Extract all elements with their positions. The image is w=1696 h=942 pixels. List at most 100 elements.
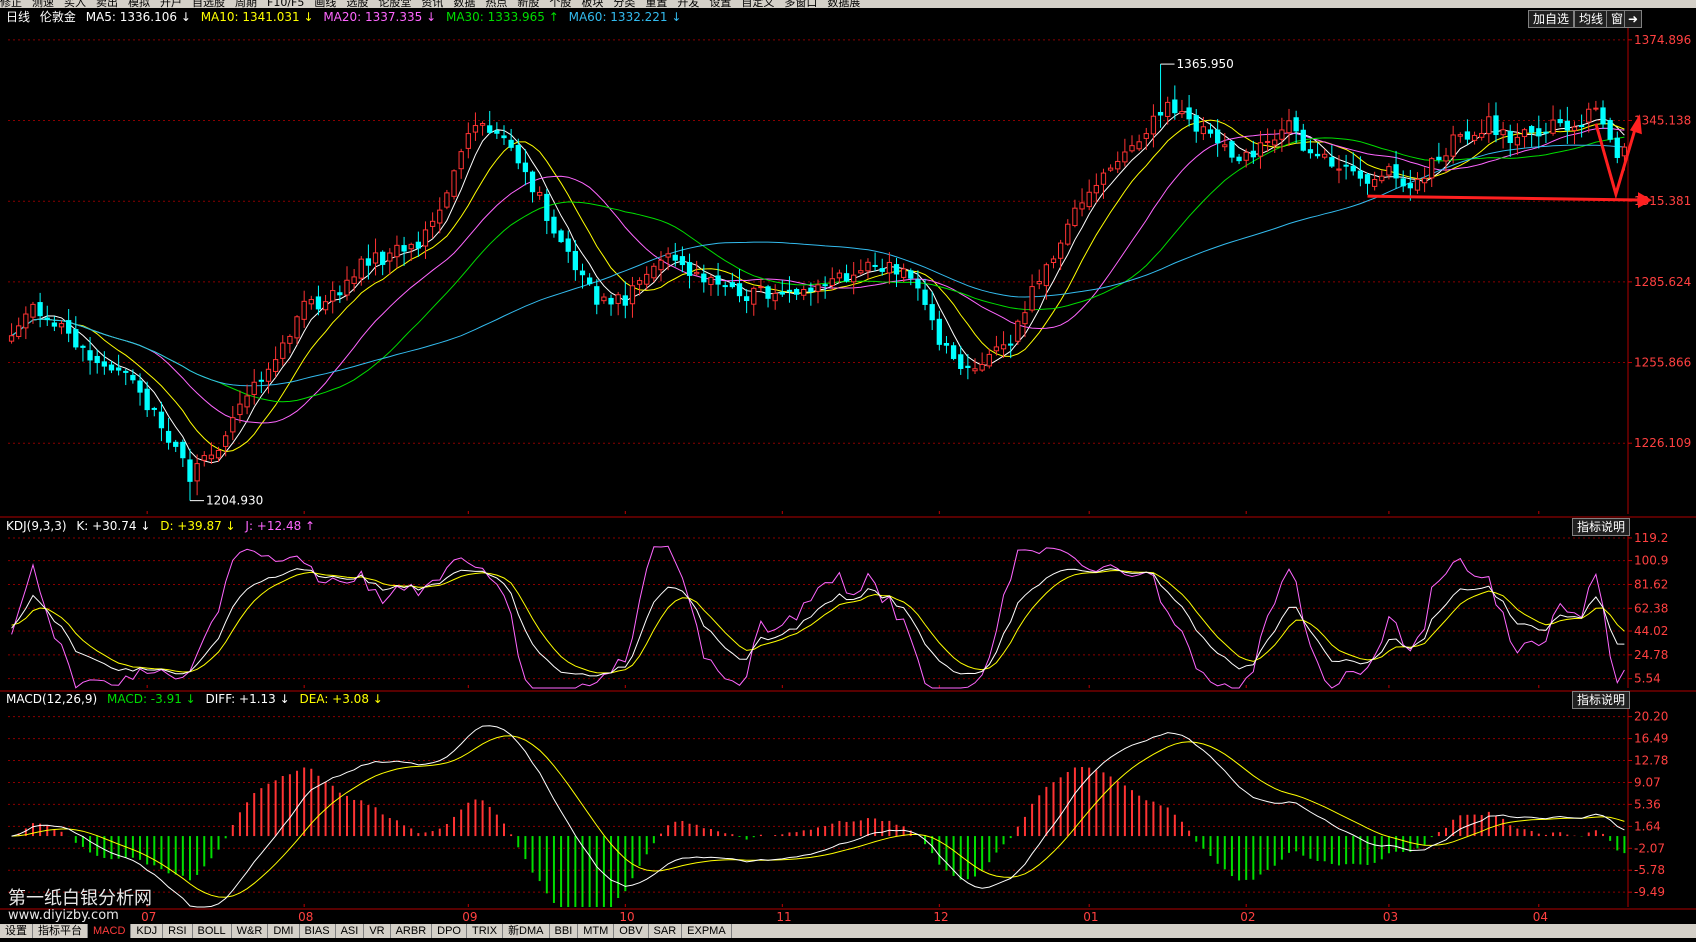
toolbar-item[interactable]: 周期 [235,0,257,8]
toolbar-item[interactable]: 开户 [160,0,182,8]
indicator-tab[interactable]: RSI [163,924,193,938]
exit-arrow-icon[interactable]: ➜ [1624,10,1643,28]
indicator-tabs[interactable]: 设置 指标平台 MACD KDJ RSI BOLL W&R DMI BIAS ASI VR ARBR D… [0,924,1696,938]
candle-body [1100,172,1107,185]
candle-body [1529,126,1535,133]
candle-body [601,296,607,302]
candle-body [1172,99,1178,114]
chart-canvas[interactable]: 1374.8961345.1381315.3811285.6241255.866… [0,0,1696,938]
candle-body [1400,178,1406,187]
toolbar-item[interactable]: 论股堂 [378,0,411,8]
toolbar-item[interactable]: 个股 [549,0,571,8]
candle-body [1058,242,1064,259]
toolbar-item[interactable]: 分类 [613,0,635,8]
candle-body [808,287,814,293]
macd-axis-tick-label: 20.20 [1634,710,1668,724]
indicator-tab[interactable]: VR [364,924,391,938]
indicator-tab[interactable]: BIAS [300,924,336,938]
indicator-tab[interactable]: OBV [614,924,649,938]
candle-body [1279,129,1285,140]
candle-body [1193,115,1199,132]
indicator-tab[interactable]: SAR [649,924,683,938]
indicator-tab[interactable]: W&R [232,924,269,938]
toolbar-item[interactable]: 新股 [517,0,539,8]
toolbar-item[interactable]: 画线 [314,0,336,8]
candle-body [1129,145,1135,152]
candle-body [522,162,529,173]
candle-body [1165,101,1171,117]
add-watchlist-button[interactable]: 加自选 [1528,10,1575,28]
toolbar-item[interactable]: 开发 [677,0,699,8]
toolbar-item[interactable]: 测速 [32,0,54,8]
toolbar-item[interactable]: 买入 [64,0,86,8]
candle-body [58,323,65,328]
candle-body [1322,153,1328,158]
candle-body [30,303,36,318]
candle-body [1564,120,1570,131]
toolbar-item[interactable]: 选股 [346,0,368,8]
toolbar-item[interactable]: 热点 [485,0,507,8]
indicator-tab[interactable]: BOLL [193,924,232,938]
macd-help-button[interactable]: 指标说明 [1572,691,1631,709]
indicator-tab[interactable]: DPO [432,924,467,938]
candle-body [1336,168,1342,171]
toolbar-item[interactable]: 数据展 [827,0,860,8]
candle-body [330,290,336,302]
candle-body [1207,129,1214,134]
candle-body [679,256,686,266]
candle-body [187,459,193,482]
toolbar-item[interactable]: 自选股 [192,0,225,8]
candle-body [1257,142,1264,157]
indicator-tab[interactable]: BBI [550,924,579,938]
kdj-help-button[interactable]: 指标说明 [1572,518,1631,536]
indicator-tab[interactable]: TRIX [467,924,504,938]
toolbar-item[interactable]: 多窗口 [784,0,817,8]
candle-body [287,335,293,344]
toolbar-item[interactable]: 模拟 [128,0,150,8]
indicator-tab[interactable]: 设置 [0,924,33,938]
candle-body [929,304,935,321]
candle-body [572,250,578,271]
candle-body [23,313,29,329]
indicator-tab[interactable]: ASI [336,924,365,938]
indicator-tab[interactable]: EXPMA [682,924,732,938]
indicator-tab[interactable]: MTM [578,924,615,938]
toolbar-item[interactable]: 修正 [0,0,22,8]
price-axis-tick-label: 1285.624 [1634,275,1691,289]
toolbar-item[interactable]: 资讯 [421,0,443,8]
candle-body [1307,149,1314,154]
time-tick-label: 01 [1083,910,1098,924]
candle-body [1614,137,1620,158]
candle-body [722,285,728,288]
toolbar-item[interactable]: 自定义 [741,0,774,8]
indicator-tab[interactable]: 新DMA [503,924,550,938]
candle-body [472,125,479,133]
candle-body [429,220,436,227]
candle-body [244,395,250,408]
indicator-tab[interactable]: MACD [88,924,132,938]
toolbar-item[interactable]: 设置 [709,0,731,8]
top-toolbar[interactable]: 修正 测速 买入 卖出 模拟 开户 自选股 周期 F10/F5 画线 选股 论股堂 资讯 数据 热点 新股 个股… [0,0,1696,8]
toolbar-item[interactable]: 板块 [581,0,603,8]
candle-body [1036,281,1042,285]
candle-body [943,343,950,346]
candle-body [158,411,165,429]
candle-body [965,365,971,368]
toolbar-item[interactable]: 数据 [453,0,475,8]
indicator-tab[interactable]: DMI [268,924,300,938]
macd-values: MACD: -3.91 ↓ DIFF: +1.13 ↓ DEA: +3.08 ↓ [107,692,389,706]
candle-body [165,430,172,443]
toolbar-item[interactable]: 重置 [645,0,667,8]
toolbar-item[interactable]: 卖出 [96,0,118,8]
candle-body [1050,258,1057,263]
indicator-tab[interactable]: 指标平台 [33,924,88,938]
toolbar-item[interactable]: F10/F5 [267,0,304,8]
candle-body [1243,151,1249,161]
candle-body [851,274,857,283]
candle-body [294,316,300,339]
ma-line-button[interactable]: 均线 [1574,10,1609,28]
candle-body [372,252,379,264]
indicator-tab[interactable]: ARBR [391,924,433,938]
indicator-tab[interactable]: KDJ [131,924,164,938]
time-tick-label: 02 [1240,910,1255,924]
